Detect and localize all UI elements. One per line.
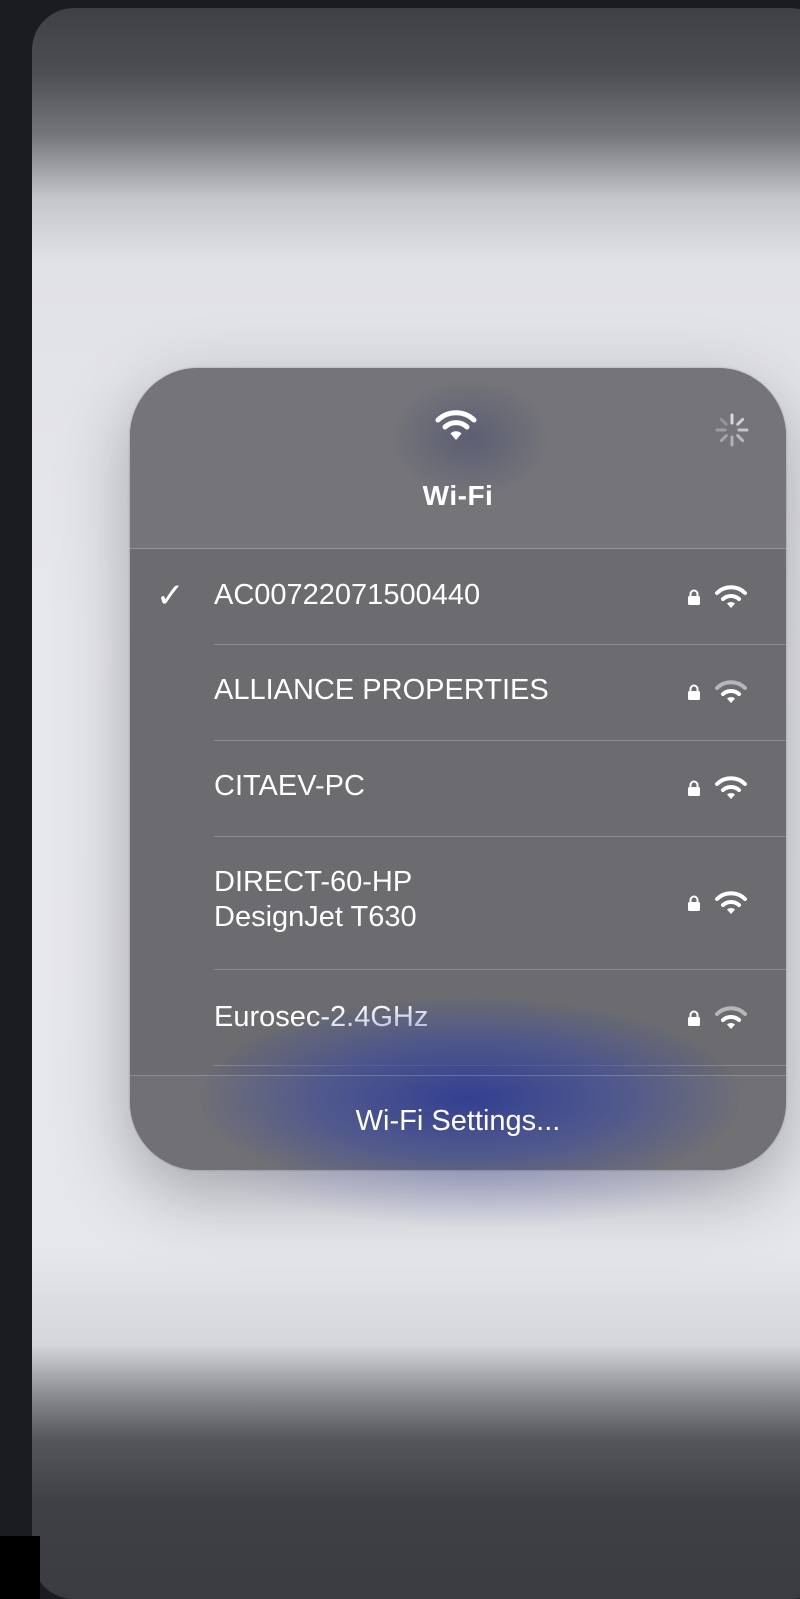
wifi-panel: Wi-Fi ✓ AC00722071500440 ALLIANCE PROPER… — [130, 368, 786, 1170]
bottom-edge — [0, 1536, 40, 1599]
lock-icon — [688, 1010, 700, 1026]
network-name: ALLIANCE PROPERTIES — [214, 674, 549, 706]
network-row[interactable]: ALLIANCE PROPERTIES — [130, 645, 786, 741]
lock-icon — [688, 589, 700, 605]
device-screen: Wi-Fi ✓ AC00722071500440 ALLIANCE PROPER… — [32, 8, 800, 1599]
wifi-icon[interactable] — [434, 406, 478, 444]
wifi-signal-icon — [715, 680, 747, 703]
network-row[interactable]: Eurosec-2.4GHz — [130, 970, 786, 1066]
wifi-header: Wi-Fi — [130, 368, 786, 548]
loading-spinner-icon — [715, 413, 749, 447]
row-divider — [214, 1065, 786, 1066]
network-name: DIRECT-60-HP DesignJet T630 — [214, 866, 417, 933]
footer-divider — [130, 1075, 786, 1076]
wifi-signal-icon — [715, 1006, 747, 1029]
wifi-signal-icon — [715, 891, 747, 914]
network-row[interactable]: ✓ AC00722071500440 — [130, 549, 786, 645]
wifi-settings-label: Wi-Fi Settings... — [355, 1105, 561, 1137]
network-name: Eurosec-2.4GHz — [214, 1001, 429, 1033]
network-row[interactable]: DIRECT-60-HP DesignJet T630 — [130, 837, 786, 970]
lock-icon — [688, 780, 700, 796]
network-name: AC00722071500440 — [214, 579, 481, 611]
checkmark-icon: ✓ — [156, 577, 185, 615]
network-row[interactable]: CITAEV-PC — [130, 741, 786, 837]
lock-icon — [688, 895, 700, 911]
wifi-title: Wi-Fi — [422, 480, 494, 511]
network-name: CITAEV-PC — [214, 770, 365, 802]
network-list: ✓ AC00722071500440 ALLIANCE PROPERTIES C… — [130, 549, 786, 1066]
lock-icon — [688, 684, 700, 700]
wifi-signal-icon — [715, 585, 747, 608]
wifi-signal-icon — [715, 776, 747, 799]
